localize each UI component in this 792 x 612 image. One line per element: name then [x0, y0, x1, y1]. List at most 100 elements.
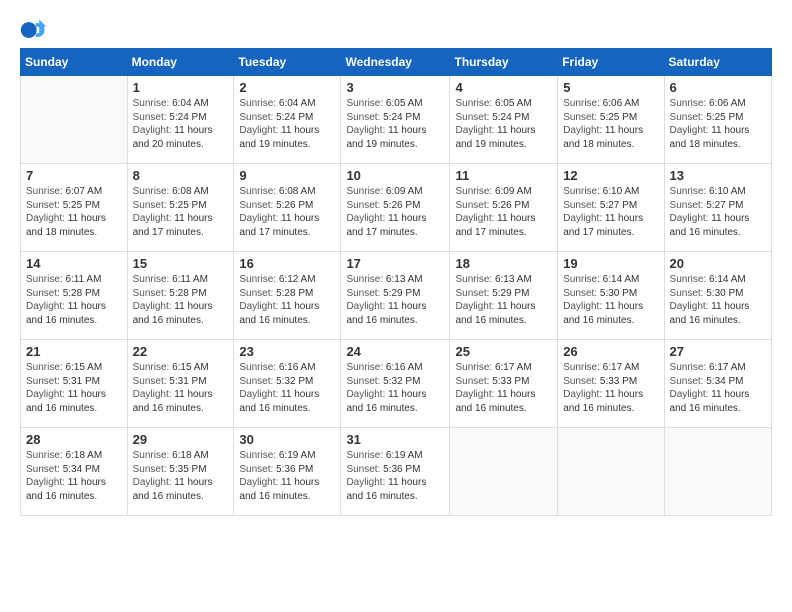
page: SundayMondayTuesdayWednesdayThursdayFrid…	[0, 0, 792, 526]
calendar-cell: 8 Sunrise: 6:08 AMSunset: 5:25 PMDaylight…	[127, 164, 234, 252]
calendar-cell	[450, 428, 558, 516]
calendar-cell: 7Sunrise: 6:07 AMSunset: 5:25 PMDaylight…	[21, 164, 128, 252]
logo	[20, 16, 52, 44]
day-number: 26	[563, 344, 658, 359]
calendar-cell: 4 Sunrise: 6:05 AMSunset: 5:24 PMDaylight…	[450, 76, 558, 164]
day-info: Sunrise: 6:18 AMSunset: 5:34 PMDaylight:…	[26, 449, 122, 503]
day-info: Sunrise: 6:05 AMSunset: 5:24 PMDaylight:…	[346, 97, 444, 151]
day-number: 11	[455, 168, 552, 183]
day-number: 17	[346, 256, 444, 271]
calendar-cell: 17 Sunrise: 6:13 AMSunset: 5:29 PMDayligh…	[341, 252, 450, 340]
day-number: 8	[133, 168, 229, 183]
calendar-cell: 20Sunrise: 6:14 AMSunset: 5:30 PMDayligh…	[664, 252, 771, 340]
day-info: Sunrise: 6:19 AMSunset: 5:36 PMDaylight:…	[346, 449, 444, 503]
calendar-cell	[558, 428, 664, 516]
calendar-week-4: 28 Sunrise: 6:18 AMSunset: 5:34 PMDayligh…	[21, 428, 772, 516]
day-info: Sunrise: 6:12 AMSunset: 5:28 PMDaylight:…	[239, 273, 335, 327]
day-number: 24	[346, 344, 444, 359]
day-info: Sunrise: 6:08 AMSunset: 5:25 PMDaylight:…	[133, 185, 229, 239]
calendar-cell: 14 Sunrise: 6:11 AMSunset: 5:28 PMDayligh…	[21, 252, 128, 340]
day-number: 14	[26, 256, 122, 271]
header-cell-tuesday: Tuesday	[234, 49, 341, 76]
day-number: 13	[670, 168, 766, 183]
calendar-cell: 11 Sunrise: 6:09 AMSunset: 5:26 PMDayligh…	[450, 164, 558, 252]
calendar-cell: 10Sunrise: 6:09 AMSunset: 5:26 PMDayligh…	[341, 164, 450, 252]
day-number: 15	[133, 256, 229, 271]
day-info: Sunrise: 6:18 AMSunset: 5:35 PMDaylight:…	[133, 449, 229, 503]
calendar-cell: 2 Sunrise: 6:04 AMSunset: 5:24 PMDaylight…	[234, 76, 341, 164]
day-info: Sunrise: 6:14 AMSunset: 5:30 PMDaylight:…	[670, 273, 766, 327]
day-number: 4	[455, 80, 552, 95]
calendar-cell	[21, 76, 128, 164]
logo-icon	[20, 16, 48, 44]
calendar-cell: 16 Sunrise: 6:12 AMSunset: 5:28 PMDayligh…	[234, 252, 341, 340]
day-info: Sunrise: 6:19 AMSunset: 5:36 PMDaylight:…	[239, 449, 335, 503]
calendar-cell: 21Sunrise: 6:15 AMSunset: 5:31 PMDayligh…	[21, 340, 128, 428]
calendar-week-2: 14 Sunrise: 6:11 AMSunset: 5:28 PMDayligh…	[21, 252, 772, 340]
calendar-cell: 25 Sunrise: 6:17 AMSunset: 5:33 PMDayligh…	[450, 340, 558, 428]
calendar-cell: 24Sunrise: 6:16 AMSunset: 5:32 PMDayligh…	[341, 340, 450, 428]
day-info: Sunrise: 6:17 AMSunset: 5:33 PMDaylight:…	[563, 361, 658, 415]
day-number: 30	[239, 432, 335, 447]
day-number: 12	[563, 168, 658, 183]
day-info: Sunrise: 6:08 AMSunset: 5:26 PMDaylight:…	[239, 185, 335, 239]
header-cell-saturday: Saturday	[664, 49, 771, 76]
calendar-cell: 23 Sunrise: 6:16 AMSunset: 5:32 PMDayligh…	[234, 340, 341, 428]
day-info: Sunrise: 6:11 AMSunset: 5:28 PMDaylight:…	[26, 273, 122, 327]
day-number: 22	[133, 344, 229, 359]
day-number: 6	[670, 80, 766, 95]
day-info: Sunrise: 6:07 AMSunset: 5:25 PMDaylight:…	[26, 185, 122, 239]
day-number: 28	[26, 432, 122, 447]
day-info: Sunrise: 6:04 AMSunset: 5:24 PMDaylight:…	[133, 97, 229, 151]
day-number: 16	[239, 256, 335, 271]
calendar-cell: 13 Sunrise: 6:10 AMSunset: 5:27 PMDayligh…	[664, 164, 771, 252]
day-info: Sunrise: 6:16 AMSunset: 5:32 PMDaylight:…	[239, 361, 335, 415]
day-number: 23	[239, 344, 335, 359]
calendar-cell: 31Sunrise: 6:19 AMSunset: 5:36 PMDayligh…	[341, 428, 450, 516]
calendar-cell: 9 Sunrise: 6:08 AMSunset: 5:26 PMDaylight…	[234, 164, 341, 252]
day-number: 1	[133, 80, 229, 95]
day-info: Sunrise: 6:17 AMSunset: 5:34 PMDaylight:…	[670, 361, 766, 415]
header-cell-friday: Friday	[558, 49, 664, 76]
day-number: 9	[239, 168, 335, 183]
day-number: 5	[563, 80, 658, 95]
day-number: 10	[346, 168, 444, 183]
day-info: Sunrise: 6:10 AMSunset: 5:27 PMDaylight:…	[563, 185, 658, 239]
header-cell-wednesday: Wednesday	[341, 49, 450, 76]
calendar-cell: 6Sunrise: 6:06 AMSunset: 5:25 PMDaylight…	[664, 76, 771, 164]
calendar-cell: 29 Sunrise: 6:18 AMSunset: 5:35 PMDayligh…	[127, 428, 234, 516]
calendar-week-0: 1 Sunrise: 6:04 AMSunset: 5:24 PMDaylight…	[21, 76, 772, 164]
calendar-cell	[664, 428, 771, 516]
day-number: 25	[455, 344, 552, 359]
day-info: Sunrise: 6:14 AMSunset: 5:30 PMDaylight:…	[563, 273, 658, 327]
calendar-cell: 27 Sunrise: 6:17 AMSunset: 5:34 PMDayligh…	[664, 340, 771, 428]
calendar-week-1: 7Sunrise: 6:07 AMSunset: 5:25 PMDaylight…	[21, 164, 772, 252]
day-info: Sunrise: 6:05 AMSunset: 5:24 PMDaylight:…	[455, 97, 552, 151]
day-info: Sunrise: 6:10 AMSunset: 5:27 PMDaylight:…	[670, 185, 766, 239]
calendar-cell: 3 Sunrise: 6:05 AMSunset: 5:24 PMDaylight…	[341, 76, 450, 164]
day-info: Sunrise: 6:15 AMSunset: 5:31 PMDaylight:…	[133, 361, 229, 415]
day-info: Sunrise: 6:04 AMSunset: 5:24 PMDaylight:…	[239, 97, 335, 151]
calendar-cell: 19 Sunrise: 6:14 AMSunset: 5:30 PMDayligh…	[558, 252, 664, 340]
day-info: Sunrise: 6:13 AMSunset: 5:29 PMDaylight:…	[346, 273, 444, 327]
day-number: 18	[455, 256, 552, 271]
calendar-cell: 18 Sunrise: 6:13 AMSunset: 5:29 PMDayligh…	[450, 252, 558, 340]
calendar-table: SundayMondayTuesdayWednesdayThursdayFrid…	[20, 48, 772, 516]
day-number: 29	[133, 432, 229, 447]
day-info: Sunrise: 6:17 AMSunset: 5:33 PMDaylight:…	[455, 361, 552, 415]
day-info: Sunrise: 6:06 AMSunset: 5:25 PMDaylight:…	[563, 97, 658, 151]
header	[20, 16, 772, 44]
day-info: Sunrise: 6:09 AMSunset: 5:26 PMDaylight:…	[455, 185, 552, 239]
header-cell-thursday: Thursday	[450, 49, 558, 76]
day-number: 19	[563, 256, 658, 271]
calendar-cell: 5 Sunrise: 6:06 AMSunset: 5:25 PMDaylight…	[558, 76, 664, 164]
calendar-cell: 22 Sunrise: 6:15 AMSunset: 5:31 PMDayligh…	[127, 340, 234, 428]
calendar-cell: 26 Sunrise: 6:17 AMSunset: 5:33 PMDayligh…	[558, 340, 664, 428]
calendar-cell: 12 Sunrise: 6:10 AMSunset: 5:27 PMDayligh…	[558, 164, 664, 252]
calendar-cell: 1 Sunrise: 6:04 AMSunset: 5:24 PMDaylight…	[127, 76, 234, 164]
day-number: 27	[670, 344, 766, 359]
day-info: Sunrise: 6:11 AMSunset: 5:28 PMDaylight:…	[133, 273, 229, 327]
day-number: 2	[239, 80, 335, 95]
day-number: 3	[346, 80, 444, 95]
day-info: Sunrise: 6:13 AMSunset: 5:29 PMDaylight:…	[455, 273, 552, 327]
